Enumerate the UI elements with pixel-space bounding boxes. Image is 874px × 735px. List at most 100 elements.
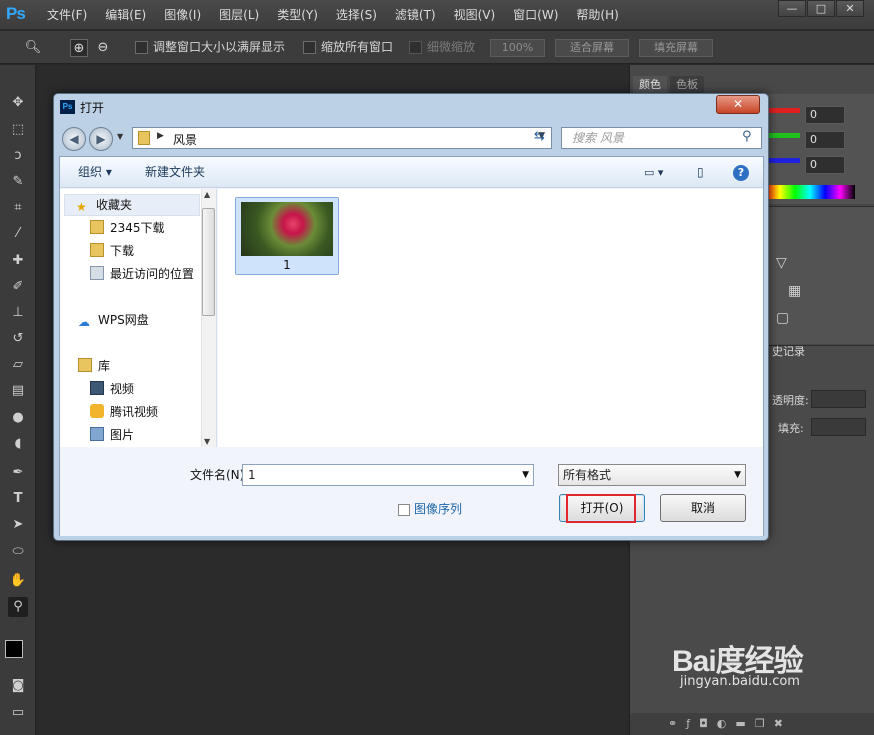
menu-edit[interactable]: 编辑(E) [96,0,155,30]
ellipse-tool-icon[interactable]: ⬭ [8,542,28,562]
tab-color[interactable]: 颜色 [633,76,667,94]
menu-type[interactable]: 类型(Y) [268,0,327,30]
resize-windows-checkbox[interactable] [135,41,148,54]
view-options-icon[interactable]: ▭ ▾ [644,157,663,188]
quick-select-tool-icon[interactable]: ✎ [8,172,28,192]
menu-select[interactable]: 选择(S) [327,0,386,30]
zoom-tool-icon[interactable]: 🔍︎ [24,39,42,57]
menu-file[interactable]: 文件(F) [38,0,96,30]
zoom-tool-icon[interactable]: ⚲ [8,597,28,617]
dialog-close-button[interactable]: ✕ [716,95,760,114]
tab-swatches[interactable]: 色板 [670,76,704,94]
close-button[interactable]: ✕ [836,0,864,17]
forward-button[interactable]: ▶ [89,127,113,151]
zoom-out-icon[interactable]: ⊖ [94,39,112,57]
new-layer-icon[interactable]: ❐ [755,717,774,730]
new-folder-button[interactable]: 新建文件夹 [145,157,205,188]
filename-input[interactable]: 1 ▼ [242,464,534,486]
address-bar[interactable]: ▶ 风景 ▼ [132,127,552,149]
dialog-bottom [60,448,763,536]
menu-layer[interactable]: 图层(L) [210,0,268,30]
nav-item-downloads[interactable]: 下载 [90,240,134,262]
green-value[interactable]: 0 [805,131,845,149]
opacity-dropdown[interactable] [811,390,866,408]
foreground-color-swatch[interactable] [5,640,23,658]
eyedropper-tool-icon[interactable]: ⁄ [8,224,28,244]
adjustment-layer-icon[interactable]: ◐ [717,717,736,730]
crop-tool-icon[interactable]: ⌗ [8,198,28,218]
fx-icon[interactable]: ƒ [686,717,699,730]
nav-item-videos[interactable]: 视频 [90,378,134,400]
cancel-button[interactable]: 取消 [660,494,746,522]
nav-scroll-thumb[interactable] [202,208,215,316]
help-icon[interactable]: ? [733,165,749,181]
refresh-icon[interactable]: ⇆ [530,128,554,150]
menu-help[interactable]: 帮助(H) [567,0,627,30]
link-layers-icon[interactable]: ⚭ [668,717,686,730]
open-button[interactable]: 打开(O) [559,494,645,522]
marquee-tool-icon[interactable]: ⬚ [8,120,28,140]
dodge-tool-icon[interactable]: ◖ [8,434,28,454]
hand-tool-icon[interactable]: ✋ [8,571,28,591]
new-group-icon[interactable]: ▬ [735,717,754,730]
type-tool-icon[interactable]: T [8,489,28,509]
recent-locations-icon[interactable]: ▼ [117,132,123,141]
menu-view[interactable]: 视图(V) [445,0,505,30]
color-ramp[interactable] [765,185,855,199]
file-tile[interactable]: 1 [235,197,339,275]
recent-places-icon [90,266,104,280]
quick-mask-icon[interactable]: ◙ [8,676,28,696]
brush-tool-icon[interactable]: ✐ [8,277,28,297]
path-select-icon[interactable]: ➤ [8,515,28,535]
gradient-tool-icon[interactable]: ▤ [8,381,28,401]
nav-item-pictures[interactable]: 图片 [90,424,134,446]
blur-tool-icon[interactable]: ● [8,408,28,428]
move-tool-icon[interactable]: ✥ [8,93,28,113]
image-sequence-checkbox[interactable] [398,504,410,516]
command-bar: 组织 ▾ 新建文件夹 ▭ ▾ ▯ ? [60,157,763,188]
filetype-select[interactable]: 所有格式 ▼ [558,464,746,486]
nav-wps-cloud[interactable]: ☁ WPS网盘 [78,309,149,331]
delete-layer-icon[interactable]: ✖ [774,717,792,730]
add-mask-icon[interactable]: ◘ [699,717,717,730]
menu-window[interactable]: 窗口(W) [504,0,567,30]
maximize-button[interactable]: □ [807,0,835,17]
scroll-up-icon[interactable]: ▲ [204,190,210,199]
nav-item-recent[interactable]: 最近访问的位置 [90,263,194,285]
history-brush-icon[interactable]: ↺ [8,329,28,349]
filename-dropdown-icon[interactable]: ▼ [522,465,529,485]
fill-screen-button[interactable]: 填充屏幕 [639,39,713,57]
search-input[interactable]: 搜索 风景 [561,127,762,149]
eraser-tool-icon[interactable]: ▱ [8,355,28,375]
nav-favorites[interactable]: ★ 收藏夹 [76,194,132,216]
back-button[interactable]: ◀ [62,127,86,151]
menu-filter[interactable]: 滤镜(T) [386,0,445,30]
zoom-in-icon[interactable]: ⊕ [70,39,88,57]
fit-screen-button[interactable]: 适合屏幕 [555,39,629,57]
zoom-100-button[interactable]: 100% [490,39,545,57]
screen-mode-icon[interactable]: ▭ [8,703,28,723]
photoshop-window: Ps 文件(F) 编辑(E) 图像(I) 图层(L) 类型(Y) 选择(S) 滤… [0,0,874,735]
address-path: 风景 [173,133,198,147]
filetype-dropdown-icon[interactable]: ▼ [734,465,741,485]
file-list: 1 [218,189,763,447]
scrubby-zoom-checkbox[interactable] [409,41,422,54]
blue-value[interactable]: 0 [805,156,845,174]
nav-library[interactable]: 库 [78,355,110,377]
scroll-down-icon[interactable]: ▼ [204,437,210,446]
history-tab-label[interactable]: 史记录 [772,343,805,359]
zoom-all-checkbox[interactable] [303,41,316,54]
pen-tool-icon[interactable]: ✒ [8,463,28,483]
fill-dropdown[interactable] [811,418,866,436]
menu-image[interactable]: 图像(I) [155,0,210,30]
healing-brush-icon[interactable]: ✚ [8,251,28,271]
minimize-button[interactable]: — [778,0,806,17]
preview-pane-icon[interactable]: ▯ [697,157,704,188]
nav-item-tencent-video[interactable]: 腾讯视频 [90,401,158,423]
stamp-tool-icon[interactable]: ⊥ [8,303,28,323]
nav-item-2345-downloads[interactable]: 2345下载 [90,217,165,239]
red-value[interactable]: 0 [805,106,845,124]
lasso-tool-icon[interactable]: ↄ [8,146,28,166]
organize-button[interactable]: 组织 ▾ [78,157,112,188]
search-icon[interactable]: ⚲ [742,129,752,144]
